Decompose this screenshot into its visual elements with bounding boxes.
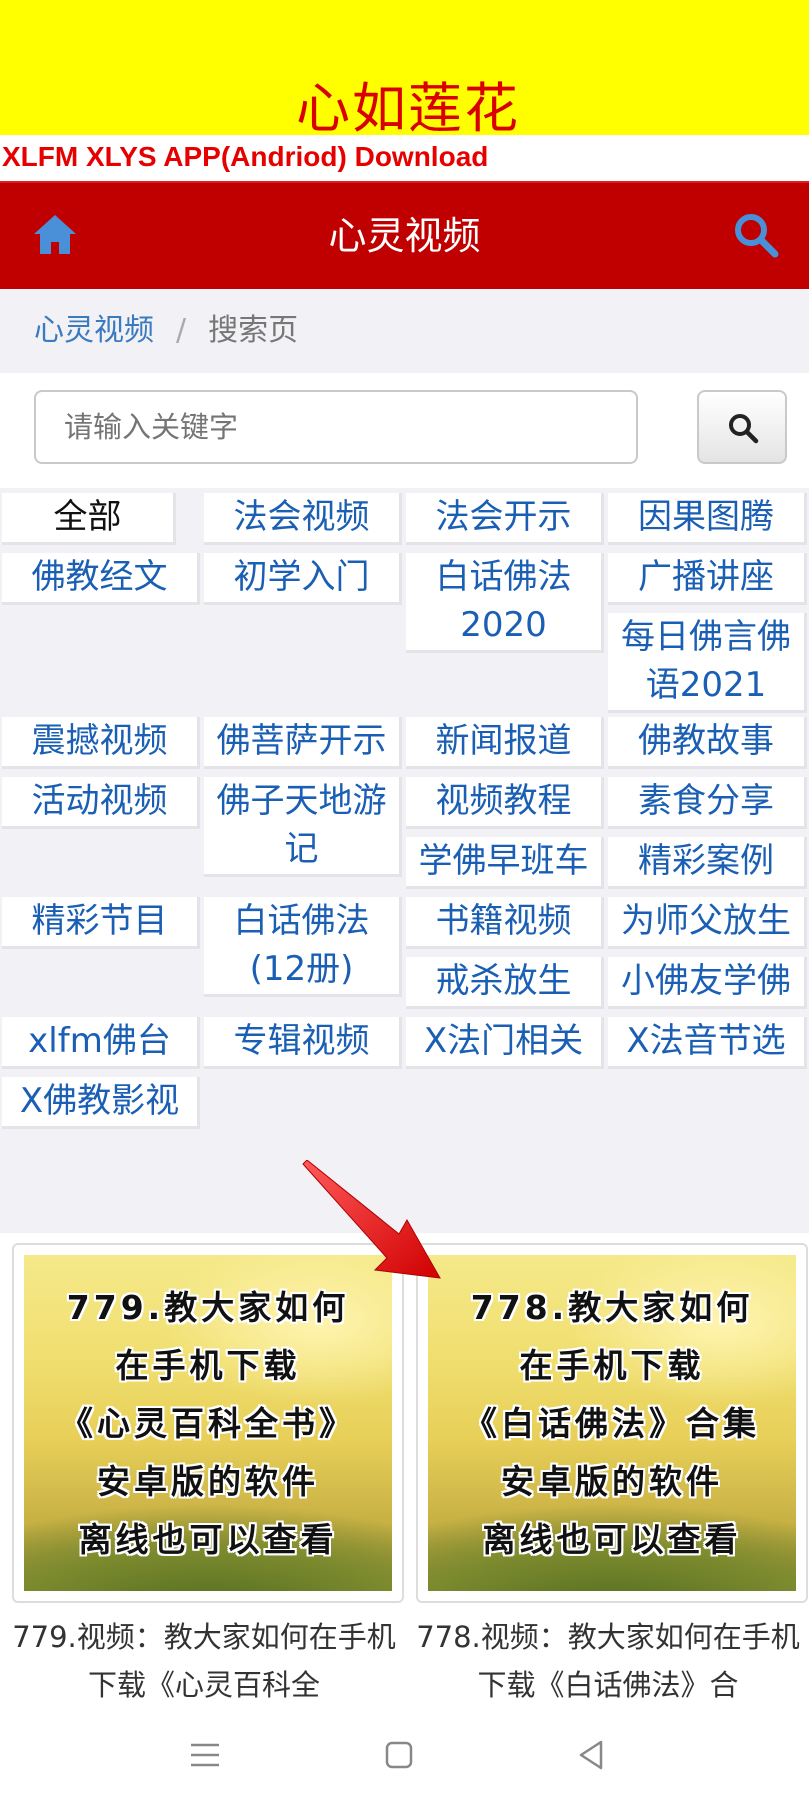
category-item[interactable]: 佛子天地游记 xyxy=(204,777,402,877)
category-item[interactable]: 精彩案例 xyxy=(608,837,807,889)
search-bar xyxy=(0,373,809,488)
category-item[interactable]: 法会视频 xyxy=(204,493,402,545)
search-button[interactable] xyxy=(697,390,787,464)
search-input[interactable] xyxy=(34,390,638,464)
category-item[interactable]: 佛菩萨开示 xyxy=(204,717,402,769)
category-item[interactable]: 初学入门 xyxy=(204,553,402,605)
thumbnail-text: 安卓版的软件 xyxy=(501,1462,723,1501)
category-item[interactable]: 小佛友学佛 xyxy=(608,957,807,1009)
thumbnail-art: 779.教大家如何 在手机下载 《心灵百科全书》 安卓版的软件 离线也可以查看 xyxy=(24,1255,392,1591)
search-icon[interactable] xyxy=(731,210,781,260)
category-item[interactable]: 精彩节目 xyxy=(2,897,200,949)
category-item[interactable]: 因果图腾 xyxy=(608,493,807,545)
category-item[interactable]: 白话佛法(12册) xyxy=(204,897,402,997)
category-item[interactable]: 广播讲座 xyxy=(608,553,807,605)
category-item[interactable]: X佛教影视 xyxy=(2,1077,200,1129)
category-item[interactable]: 书籍视频 xyxy=(406,897,604,949)
top-banner: 心如莲花 xyxy=(0,0,809,135)
video-title-link[interactable]: 779.视频：教大家如何在手机下载《心灵百科全 xyxy=(12,1613,396,1709)
thumbnail-text: 《白话佛法》合集 xyxy=(464,1404,760,1443)
navbar: 心灵视频 xyxy=(0,181,809,289)
video-title-link[interactable]: 778.视频：教大家如何在手机下载《白话佛法》合 xyxy=(416,1613,800,1709)
category-grid: 全部 法会视频 法会开示 因果图腾 佛教经文 初学入门 白话佛法2020 广播讲… xyxy=(0,488,809,1233)
breadcrumb-separator: / xyxy=(176,313,187,348)
category-item[interactable]: 学佛早班车 xyxy=(406,837,604,889)
category-item[interactable]: 视频教程 xyxy=(406,777,604,829)
category-item[interactable]: 专辑视频 xyxy=(204,1017,402,1069)
video-thumbnail[interactable]: 779.教大家如何 在手机下载 《心灵百科全书》 安卓版的软件 离线也可以查看 xyxy=(12,1243,404,1603)
category-item[interactable]: 全部 xyxy=(2,493,176,545)
category-item[interactable]: 佛教经文 xyxy=(2,553,200,605)
banner-title: 心如莲花 xyxy=(296,77,520,136)
thumbnail-art: 778.教大家如何 在手机下载 《白话佛法》合集 安卓版的软件 离线也可以查看 xyxy=(428,1255,796,1591)
system-navigation-bar xyxy=(0,1713,809,1800)
category-item[interactable]: xlfm佛台 xyxy=(2,1017,200,1069)
category-item[interactable]: X法音节选 xyxy=(608,1017,807,1069)
square-home-icon[interactable] xyxy=(384,1735,414,1775)
thumbnail-text: 离线也可以查看 xyxy=(78,1520,338,1559)
thumbnail-text: 在手机下载 xyxy=(115,1346,301,1385)
category-item[interactable]: 素食分享 xyxy=(608,777,807,829)
thumbnail-text: 778.教大家如何 xyxy=(470,1288,754,1327)
video-thumbnail[interactable]: 778.教大家如何 在手机下载 《白话佛法》合集 安卓版的软件 离线也可以查看 xyxy=(416,1243,808,1603)
category-item[interactable]: 每日佛言佛语2021 xyxy=(608,613,807,713)
search-icon xyxy=(729,414,759,444)
category-item[interactable]: 活动视频 xyxy=(2,777,200,829)
category-item[interactable]: 新闻报道 xyxy=(406,717,604,769)
category-item[interactable]: 震撼视频 xyxy=(2,717,200,769)
home-icon[interactable] xyxy=(30,210,80,260)
breadcrumb-home-link[interactable]: 心灵视频 xyxy=(34,313,154,348)
app-download-link[interactable]: XLFM XLYS APP(Andriod) Download xyxy=(0,135,809,181)
thumbnail-text: 《心灵百科全书》 xyxy=(60,1404,356,1443)
breadcrumb-current: 搜索页 xyxy=(208,313,299,348)
page-title: 心灵视频 xyxy=(328,214,481,258)
breadcrumb: 心灵视频 / 搜索页 xyxy=(0,289,809,373)
thumbnail-text: 安卓版的软件 xyxy=(97,1462,319,1501)
video-list: 779.教大家如何 在手机下载 《心灵百科全书》 安卓版的软件 离线也可以查看 … xyxy=(0,1233,809,1713)
red-arrow-annotation xyxy=(302,1160,441,1279)
triangle-back-icon[interactable] xyxy=(576,1735,606,1775)
category-item[interactable]: 戒杀放生 xyxy=(406,957,604,1009)
thumbnail-text: 离线也可以查看 xyxy=(482,1520,742,1559)
menu-lines-icon[interactable] xyxy=(188,1735,222,1775)
category-item[interactable]: 为师父放生 xyxy=(608,897,807,949)
category-item[interactable]: 佛教故事 xyxy=(608,717,807,769)
category-item[interactable]: 法会开示 xyxy=(406,493,604,545)
category-item[interactable]: 白话佛法2020 xyxy=(406,553,604,653)
thumbnail-text: 在手机下载 xyxy=(519,1346,705,1385)
category-item[interactable]: X法门相关 xyxy=(406,1017,604,1069)
